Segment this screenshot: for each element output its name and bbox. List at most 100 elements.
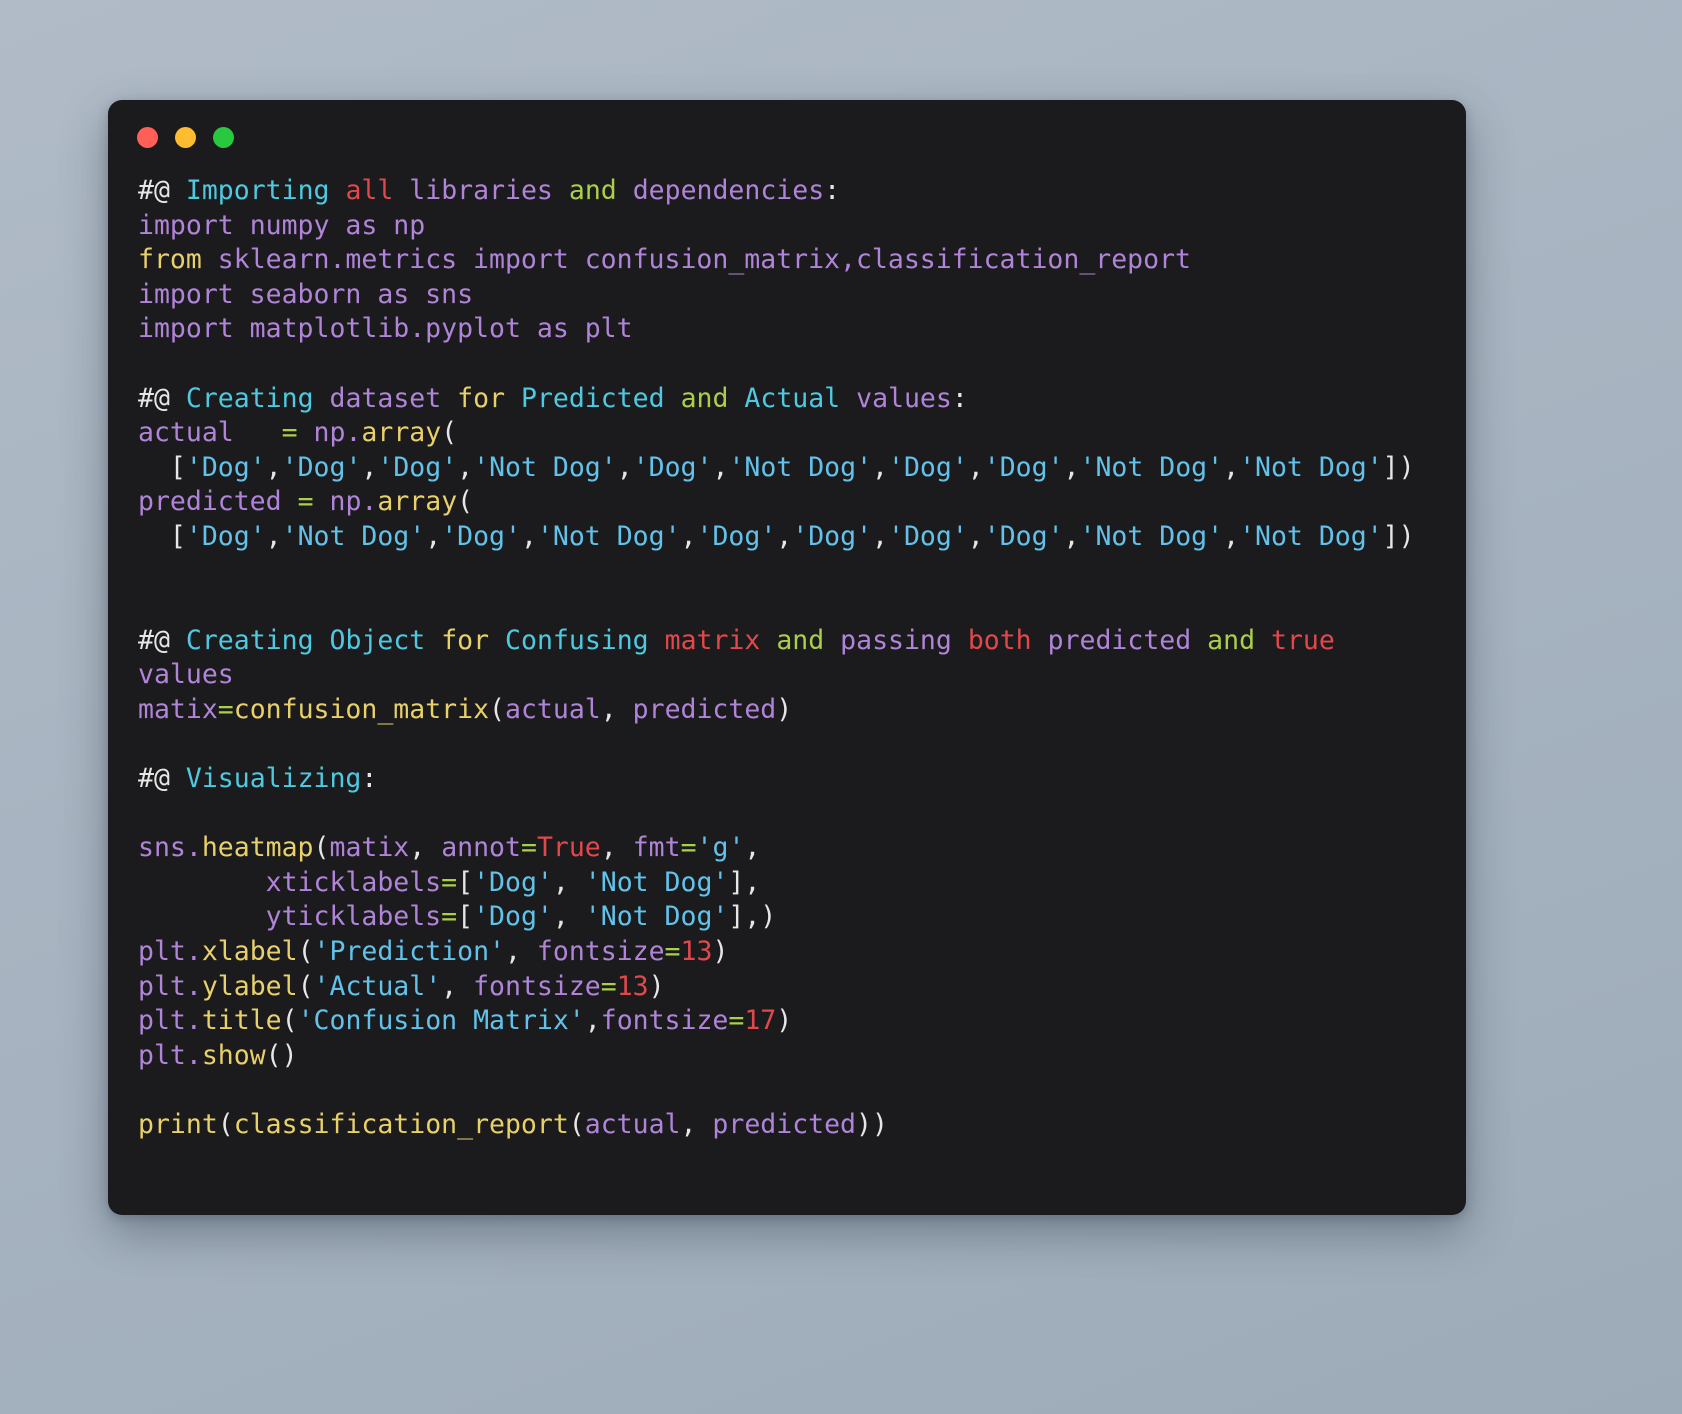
code-token: Confusing <box>505 624 649 656</box>
code-token: and <box>776 624 825 656</box>
code-token: , <box>712 451 729 483</box>
code-token: predicted <box>138 486 282 518</box>
code-token: plt. <box>138 970 202 1002</box>
code-token: values <box>138 659 234 691</box>
code-block[interactable]: #@ Importing all libraries and dependenc… <box>108 174 1466 1143</box>
code-token: Predicted <box>521 382 665 414</box>
code-token: , <box>1063 520 1080 552</box>
code-token: [ <box>457 866 474 898</box>
code-token: dependencies <box>632 175 825 206</box>
code-token: ) <box>776 693 793 725</box>
close-window-button[interactable] <box>137 126 158 148</box>
code-token: both <box>967 624 1032 656</box>
code-token: 'Dog' <box>473 901 553 933</box>
code-token: ( <box>457 486 474 518</box>
code-token: actual <box>584 1109 681 1141</box>
code-token: and <box>568 175 617 206</box>
code-token: confusion_matrix <box>233 693 490 725</box>
code-line: plt.xlabel('Prediction', fontsize=13) <box>138 935 1466 970</box>
code-token: from <box>138 244 202 276</box>
minimize-window-button[interactable] <box>175 126 196 148</box>
code-token: 13 <box>616 970 649 1002</box>
code-token: predicted <box>632 693 777 725</box>
code-line: plt.ylabel('Actual', fontsize=13) <box>138 970 1466 1005</box>
code-line: from sklearn.metrics import confusion_ma… <box>138 243 1466 278</box>
code-token: : <box>951 382 968 414</box>
code-token: 'g' <box>696 832 745 864</box>
code-token: actual <box>505 693 601 725</box>
code-token: Object <box>329 624 426 656</box>
code-token: 'Dog' <box>441 520 521 552</box>
code-line: actual = np.array( <box>138 416 1466 451</box>
code-token: array <box>377 486 458 518</box>
code-token: import <box>138 209 234 241</box>
code-token: heatmap <box>201 832 314 864</box>
code-token: , <box>680 520 697 552</box>
code-token: , <box>409 832 442 864</box>
code-token: , <box>776 520 793 552</box>
code-token: , <box>616 451 633 483</box>
code-token: np. <box>329 486 378 518</box>
code-token: 'Prediction' <box>313 936 505 968</box>
code-token: : <box>361 763 378 795</box>
code-token: , <box>967 451 984 483</box>
code-token: , <box>680 1109 713 1141</box>
code-line: import matplotlib.pyplot as plt <box>138 312 1466 347</box>
code-token: np. <box>313 417 362 449</box>
code-line: ['Dog','Dog','Dog','Not Dog','Dog','Not … <box>138 451 1466 486</box>
code-token: array <box>361 417 442 449</box>
code-token: title <box>201 1005 282 1037</box>
code-token: 'Dog' <box>696 520 777 552</box>
code-token: ( <box>281 1005 298 1037</box>
code-line: plt.show() <box>138 1039 1466 1074</box>
code-token: values <box>856 382 952 414</box>
code-line: #@ Importing all libraries and dependenc… <box>138 174 1466 209</box>
code-token: dataset <box>329 382 442 414</box>
code-token: xlabel <box>201 936 298 968</box>
code-token: , <box>457 451 474 483</box>
code-token: sklearn.metrics import confusion_matrix,… <box>201 244 1191 276</box>
code-line: plt.title('Confusion Matrix',fontsize=17… <box>138 1004 1466 1039</box>
code-line: matix=confusion_matrix(actual, predicted… <box>138 693 1466 728</box>
code-token: 'Not Dog' <box>1239 520 1383 552</box>
code-token: ( <box>297 970 314 1002</box>
code-token: = <box>728 1005 745 1037</box>
code-token: fmt <box>632 832 681 864</box>
maximize-window-button[interactable] <box>213 126 234 148</box>
code-token: [ <box>138 520 186 552</box>
code-token: , <box>744 832 761 864</box>
code-token: , <box>552 901 585 933</box>
code-token: 'Dog' <box>983 451 1064 483</box>
code-token: [ <box>138 451 186 483</box>
code-token: , <box>872 520 888 552</box>
code-token: 'Not Dog' <box>473 451 617 483</box>
code-token: ) <box>648 970 665 1002</box>
code-token: , <box>584 1005 601 1037</box>
code-token: ( <box>217 1109 234 1141</box>
code-token: , <box>552 866 585 898</box>
code-token: plt. <box>138 1039 202 1071</box>
code-token: print <box>138 1109 218 1141</box>
code-token: ]) <box>1382 451 1415 483</box>
code-token: , <box>425 520 442 552</box>
code-line: sns.heatmap(matix, annot=True, fmt='g', <box>138 831 1466 866</box>
code-token: true <box>1271 624 1335 656</box>
